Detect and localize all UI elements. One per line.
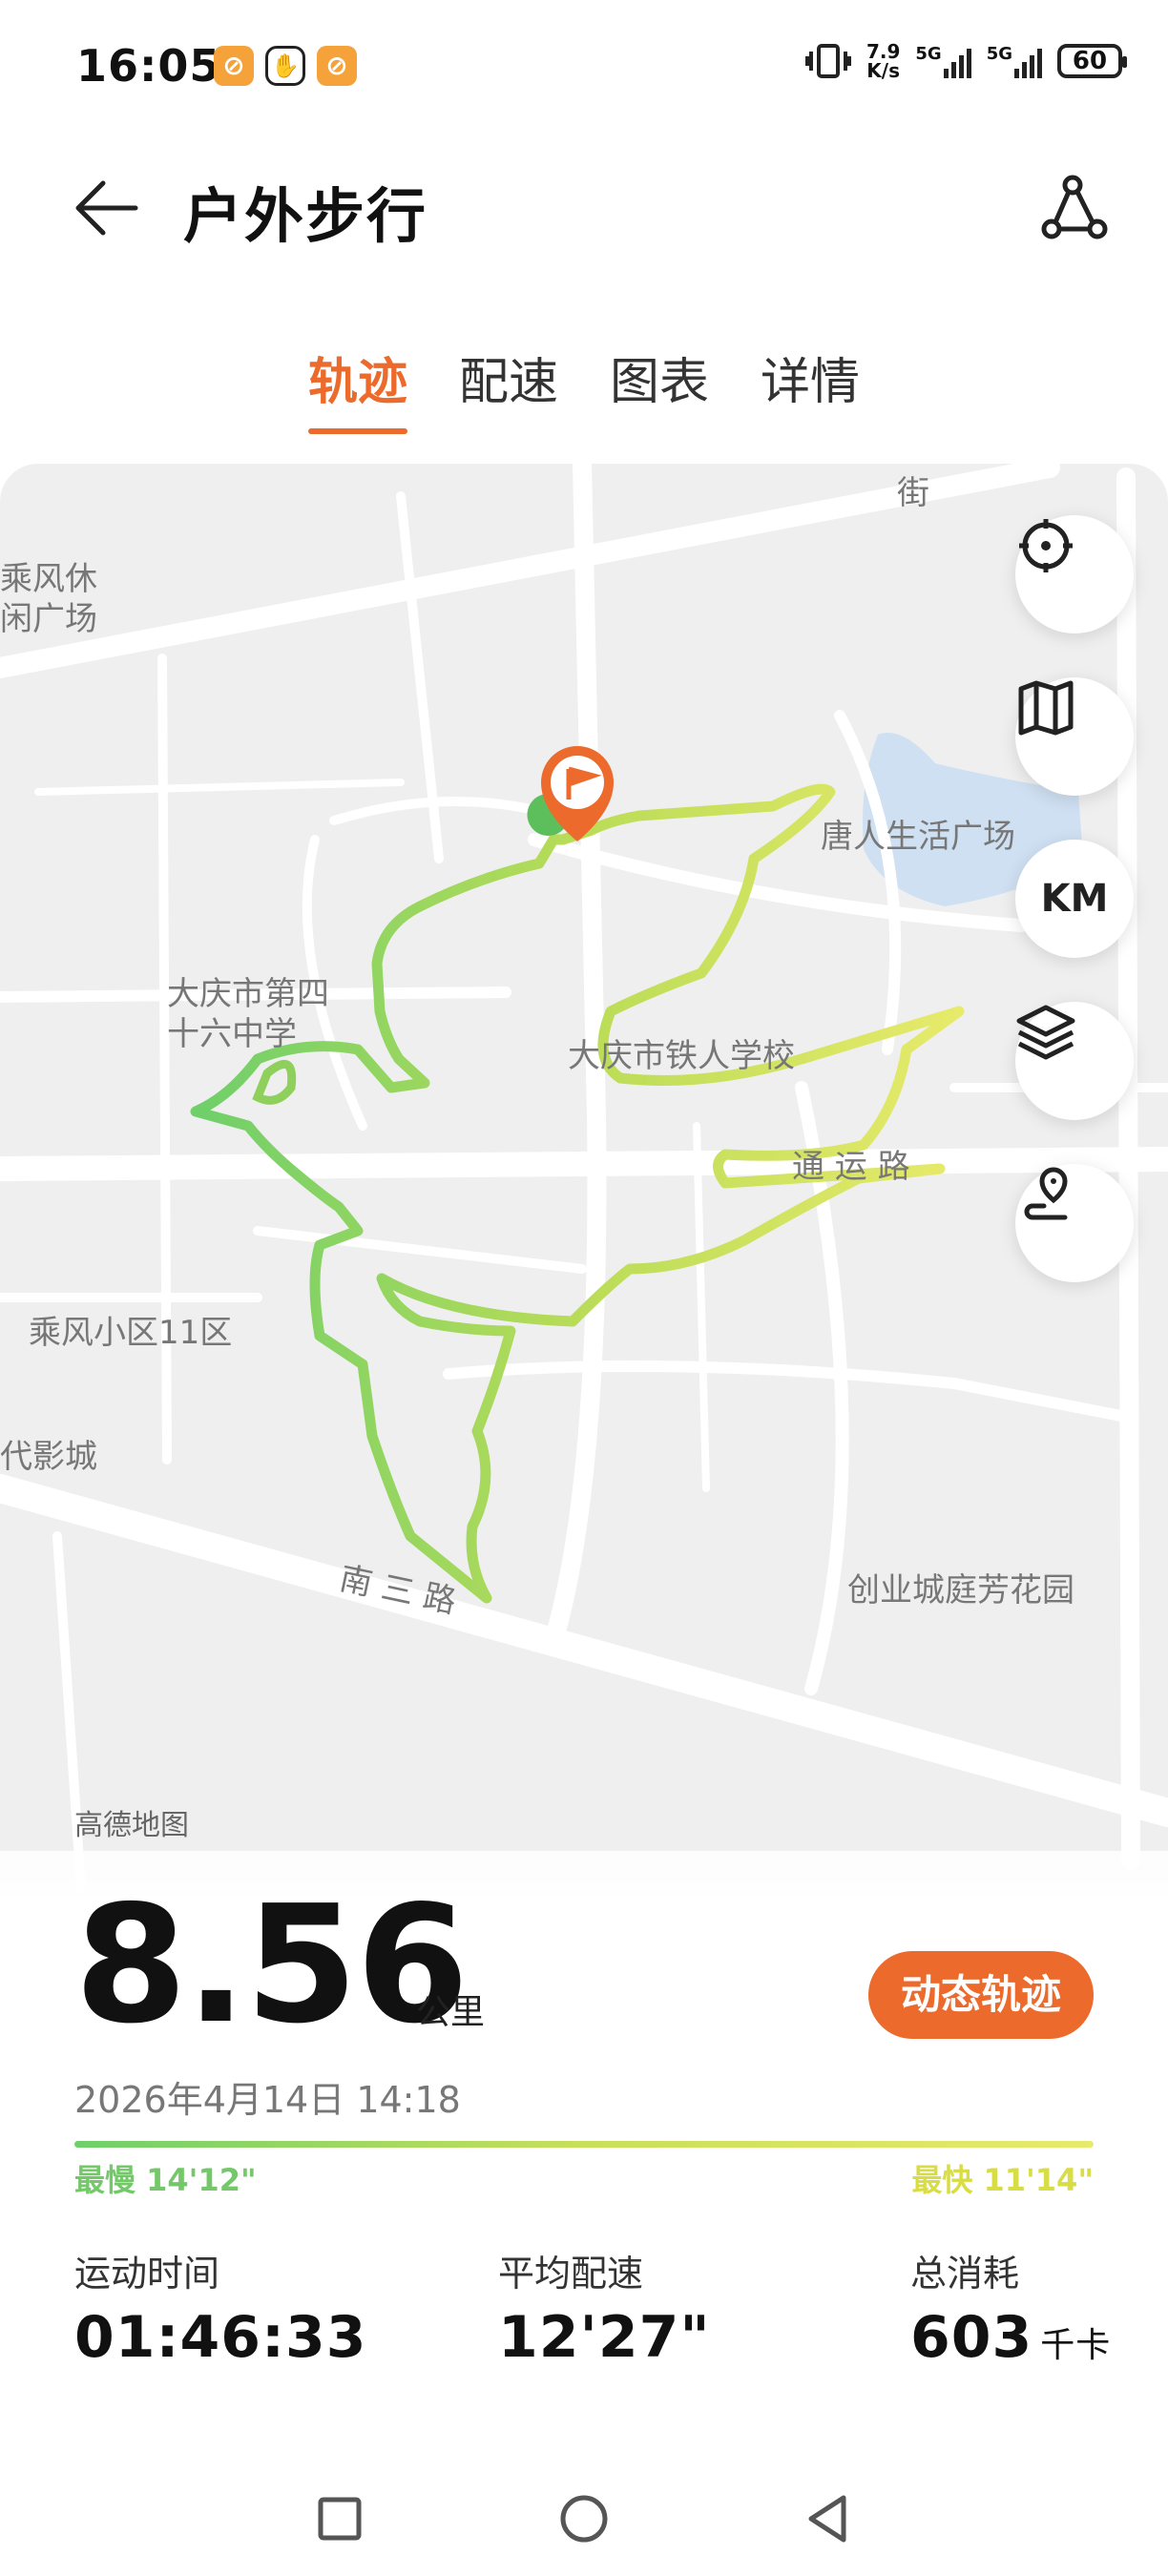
route-map[interactable]: 乘风休 闲广场 街 唐人生活广场 大庆市第四 十六中学 大庆市铁人学校 通 运 … <box>0 464 1168 1895</box>
stat-label: 运动时间 <box>74 2253 220 2295</box>
signal-icon <box>943 44 971 78</box>
map-label: 街 <box>897 474 929 512</box>
vibrate-icon <box>804 44 851 78</box>
tab-pace[interactable]: 配速 <box>459 342 558 434</box>
stat-label: 总消耗 <box>910 2253 1020 2295</box>
recents-icon[interactable] <box>302 2481 378 2557</box>
signal-1: 5G <box>915 44 971 78</box>
calories-value: 603 <box>910 2304 1033 2371</box>
back-arrow-icon[interactable] <box>69 170 145 246</box>
status-bar: 16:05 ⊘ ✋ ⊘ 7.9 K/s 5G 5G 60 <box>0 0 1168 134</box>
stat-duration: 运动时间 01:46:33 <box>74 2244 366 2371</box>
distance-value: 8.56 <box>74 1871 469 2060</box>
map-label: 大庆市铁人学校 <box>568 1037 795 1075</box>
stat-value: 603 千卡 <box>910 2304 1111 2371</box>
status-icons: 7.9 K/s 5G 5G 60 <box>804 40 1127 82</box>
map-label: 大庆市第四 十六中学 <box>167 975 329 1053</box>
workout-datetime: 2026年4月14日 14:18 <box>74 2079 461 2121</box>
signal-icon <box>1014 44 1042 78</box>
clock: 16:05 <box>76 40 221 92</box>
route-share-icon[interactable] <box>1034 170 1111 246</box>
pace-gradient-bar <box>74 2141 1094 2148</box>
locate-button[interactable] <box>1015 515 1134 634</box>
map-label: 唐人生活广场 <box>821 818 1015 856</box>
app-notification-icon: ⊘ <box>214 46 254 86</box>
map-canvas <box>0 464 1168 1894</box>
system-nav-bar <box>0 2462 1168 2576</box>
layers-icon <box>1016 1005 1075 1060</box>
map-label: 乘风休 闲广场 <box>0 560 97 638</box>
dynamic-track-button[interactable]: 动态轨迹 <box>868 1951 1094 2039</box>
tab-track[interactable]: 轨迹 <box>307 342 408 434</box>
route-pin-icon <box>1024 1167 1068 1220</box>
slowest-pace: 最慢 14'12" <box>74 2162 257 2198</box>
stat-value: 01:46:33 <box>74 2304 367 2371</box>
app-notification-icon: ⊘ <box>317 46 357 86</box>
stat-label: 平均配速 <box>498 2253 644 2295</box>
tab-details[interactable]: 详情 <box>761 342 860 434</box>
tab-chart[interactable]: 图表 <box>610 342 709 434</box>
map-label: 乘风小区11区 <box>29 1314 233 1352</box>
home-icon[interactable] <box>546 2481 622 2557</box>
hand-icon: ✋ <box>265 46 305 86</box>
network-speed: 7.9 K/s <box>866 40 901 82</box>
stat-value: 12'27" <box>498 2304 711 2371</box>
battery-icon: 60 <box>1057 44 1127 78</box>
layers-button[interactable] <box>1015 1002 1134 1120</box>
stat-avg-pace: 平均配速 12'27" <box>498 2244 711 2371</box>
km-marker-button[interactable]: KM <box>1015 840 1134 958</box>
back-nav-icon[interactable] <box>790 2481 866 2557</box>
stat-calories: 总消耗 603 千卡 <box>910 2244 1111 2371</box>
calories-unit: 千卡 <box>1040 2326 1112 2365</box>
locate-icon <box>1019 519 1073 572</box>
map-type-button[interactable] <box>1015 677 1134 796</box>
map-label: 代影城 <box>0 1438 97 1476</box>
map-label: 通 运 路 <box>792 1148 910 1186</box>
page-title: 户外步行 <box>183 181 428 251</box>
map-credit: 高德地图 <box>74 1809 189 1842</box>
fastest-pace: 最快 11'14" <box>911 2162 1094 2198</box>
map-icon <box>1018 680 1074 736</box>
signal-2: 5G <box>987 44 1042 78</box>
tab-bar: 轨迹 配速 图表 详情 <box>0 342 1168 434</box>
route-pin-button[interactable] <box>1015 1164 1134 1282</box>
app-header: 户外步行 <box>0 143 1168 267</box>
distance-unit: 公里 <box>416 1993 486 2032</box>
map-label: 创业城庭芳花园 <box>847 1571 1074 1610</box>
